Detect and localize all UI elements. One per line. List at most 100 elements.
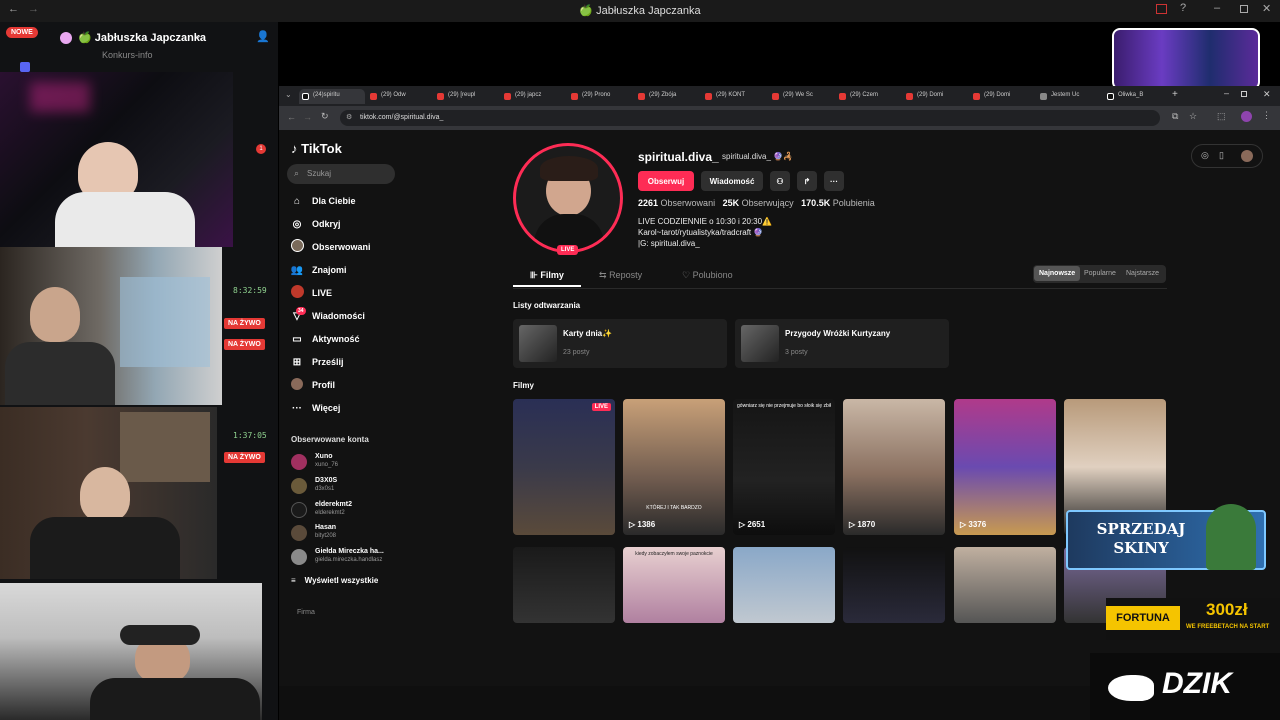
folder-icon[interactable] xyxy=(20,62,30,72)
live-controls: ◎ ▯ xyxy=(1191,144,1263,168)
video-thumbnail[interactable] xyxy=(843,547,945,623)
tab[interactable]: (29) Czem xyxy=(836,89,900,104)
nav-explore[interactable]: ◎ Odkryj xyxy=(290,214,341,234)
close-icon[interactable]: ✕ xyxy=(1263,89,1271,100)
menu-icon[interactable]: ⋮ xyxy=(1262,110,1271,121)
search-input[interactable]: Szukaj xyxy=(287,164,395,184)
sort-popular[interactable]: Popularne xyxy=(1084,270,1116,277)
channel-name[interactable]: Konkurs-info xyxy=(102,50,153,60)
share-button[interactable]: ↱ xyxy=(797,171,817,191)
nav-activity[interactable]: ▭ Aktywność xyxy=(290,329,359,349)
messages-badge: 34 xyxy=(296,307,306,315)
video-thumbnail[interactable]: KTÓREJ I TAK BARDZO ▷ 1386 xyxy=(623,399,725,535)
playlist-thumbnail xyxy=(741,325,779,362)
profile-avatar[interactable] xyxy=(513,143,623,253)
tab-videos[interactable]: ⊪ Filmy xyxy=(530,270,564,281)
help-icon[interactable]: ? xyxy=(1180,2,1186,14)
tab[interactable]: (29) Domi xyxy=(970,89,1034,104)
reload-icon[interactable]: ↻ xyxy=(321,111,329,122)
stream-preview[interactable] xyxy=(1112,28,1260,90)
video-thumbnail[interactable]: ▷ 1870 xyxy=(843,399,945,535)
tab-reposts[interactable]: ⇆ Reposty xyxy=(599,270,642,281)
add-friend-icon[interactable]: 👤 xyxy=(256,30,270,43)
chevron-down-icon[interactable]: ⌄ xyxy=(194,30,202,41)
site-info-icon[interactable]: ⚙ xyxy=(346,113,352,121)
tab[interactable]: Jestem Uc xyxy=(1037,89,1101,104)
tab-search-icon[interactable]: ⌄ xyxy=(285,90,292,99)
forward-icon[interactable]: → xyxy=(303,112,312,122)
close-icon[interactable]: ✕ xyxy=(1262,2,1271,15)
tab[interactable]: (29) [reupl xyxy=(434,89,498,104)
video-thumbnail[interactable]: LIVE xyxy=(513,399,615,535)
nav-following[interactable]: Obserwowani xyxy=(290,237,371,257)
nav-upload[interactable]: ⊞ Prześlij xyxy=(290,352,344,372)
tiktok-note-icon: ♪ xyxy=(291,141,298,156)
nav-live[interactable]: LIVE xyxy=(290,283,332,303)
minimize-icon[interactable]: – xyxy=(1214,2,1220,14)
video-caption: kiedy zobaczyłem swoje paznokcie xyxy=(635,551,713,557)
install-icon[interactable]: ⧉ xyxy=(1172,111,1178,122)
avatar xyxy=(291,454,307,470)
video-thumbnail[interactable]: kiedy zobaczyłem swoje paznokcie xyxy=(623,547,725,623)
compass-icon: ◎ xyxy=(292,218,302,230)
bookmark-star-icon[interactable]: ☆ xyxy=(1189,111,1197,122)
tab[interactable]: (29) We Sc xyxy=(769,89,833,104)
restore-icon[interactable] xyxy=(1241,91,1247,97)
tab[interactable]: Oliwka_B xyxy=(1104,89,1168,104)
list-icon: ≡ xyxy=(291,576,296,585)
dzik-text: DZIK xyxy=(1162,667,1232,700)
more-options-button[interactable]: ··· xyxy=(824,171,844,191)
heart-icon: ♡ xyxy=(682,270,691,280)
follow-button[interactable]: Obserwuj xyxy=(638,171,694,191)
avatar[interactable] xyxy=(1241,111,1252,122)
add-friend-button[interactable]: ⚇ xyxy=(770,171,790,191)
tab[interactable]: (29) Zbója xyxy=(635,89,699,104)
playlist-card[interactable]: Karty dnia✨ 23 posty xyxy=(513,319,727,368)
phone-icon[interactable]: ▯ xyxy=(1219,150,1224,161)
sort-oldest[interactable]: Najstarsze xyxy=(1126,270,1159,277)
tab[interactable]: (29) KONT xyxy=(702,89,766,104)
avatar[interactable] xyxy=(1241,150,1253,162)
show-all-link[interactable]: ≡ Wyświetl wszystkie xyxy=(291,576,378,585)
settings-icon[interactable]: ◎ xyxy=(1201,150,1209,161)
company-link[interactable]: Firma xyxy=(297,609,315,616)
playlist-card[interactable]: Przygody Wróżki Kurtyzany 3 posty xyxy=(735,319,949,368)
extensions-icon[interactable]: ⬚ xyxy=(1217,111,1226,122)
view-count: ▷ 1386 xyxy=(629,520,656,529)
share-icon: ↱ xyxy=(803,176,811,186)
more-icon: ··· xyxy=(292,402,302,414)
tab[interactable]: (29) Prono xyxy=(568,89,632,104)
address-bar[interactable]: tiktok.com/@spiritual.diva_ xyxy=(340,110,1160,126)
live-badge[interactable]: LIVE xyxy=(557,245,579,255)
video-thumbnail[interactable]: ▷ 3376 xyxy=(954,399,1056,535)
message-button[interactable]: Wiadomość xyxy=(701,171,763,191)
video-thumbnail[interactable] xyxy=(954,547,1056,623)
new-badge[interactable]: NOWE xyxy=(6,27,38,38)
webcam-1 xyxy=(0,72,233,247)
new-tab-icon[interactable]: + xyxy=(1172,89,1178,100)
video-thumbnail[interactable]: gówniarz się nie przejmuje bo słoik się … xyxy=(733,399,835,535)
playlist-title: Przygody Wróżki Kurtyzany xyxy=(785,329,891,338)
screen-share-icon[interactable] xyxy=(1156,4,1167,14)
maximize-icon[interactable] xyxy=(1240,5,1248,13)
repost-icon: ⇆ xyxy=(599,270,607,280)
upload-icon: ⊞ xyxy=(292,356,302,368)
nav-for-you[interactable]: ⌂ Dla Ciebie xyxy=(290,191,356,211)
back-icon[interactable]: ← xyxy=(287,112,296,122)
nav-friends[interactable]: 👥 Znajomi xyxy=(290,260,347,280)
tiktok-logo[interactable]: ♪ TikTok xyxy=(291,141,342,156)
server-name[interactable]: 🍏 Jabłuszka Japczanka xyxy=(78,31,206,44)
nav-more[interactable]: ··· Więcej xyxy=(290,398,340,418)
tab[interactable]: (24)spiritu xyxy=(299,89,365,104)
tab[interactable]: (29) japcz xyxy=(501,89,565,104)
video-thumbnail[interactable] xyxy=(733,547,835,623)
tab[interactable]: (29) Odw xyxy=(367,89,431,104)
tab[interactable]: (29) Domi xyxy=(903,89,967,104)
skins-ad: SPRZEDAJ SKINY xyxy=(1066,504,1266,570)
sort-newest[interactable]: Najnowsze xyxy=(1034,266,1081,281)
tab-liked[interactable]: ♡ Polubiono xyxy=(682,270,733,281)
minimize-icon[interactable]: – xyxy=(1224,88,1229,98)
nav-profile[interactable]: Profil xyxy=(290,375,335,395)
divider xyxy=(513,288,1167,289)
video-thumbnail[interactable] xyxy=(513,547,615,623)
